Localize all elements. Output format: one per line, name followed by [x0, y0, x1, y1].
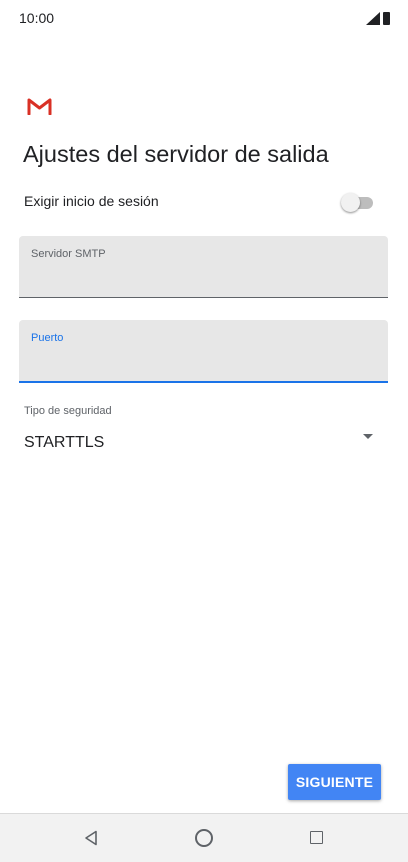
back-icon[interactable] [84, 830, 98, 846]
gmail-logo-icon [27, 98, 52, 115]
port-field[interactable]: Puerto [19, 320, 388, 383]
battery-icon [383, 12, 390, 25]
next-button[interactable]: SIGUIENTE [288, 764, 381, 800]
security-type-select[interactable]: Tipo de seguridad STARTTLS [0, 400, 408, 460]
page-title: Ajustes del servidor de salida [23, 141, 329, 167]
toggle-thumb [341, 193, 360, 212]
port-input[interactable] [31, 350, 371, 372]
port-label: Puerto [31, 332, 64, 344]
require-login-row[interactable]: Exigir inicio de sesión [0, 188, 408, 218]
signal-icon [366, 12, 380, 25]
recent-apps-icon[interactable] [310, 831, 323, 844]
smtp-server-label: Servidor SMTP [31, 248, 106, 260]
home-icon[interactable] [195, 829, 213, 847]
smtp-server-field[interactable]: Servidor SMTP [19, 236, 388, 298]
navigation-bar [0, 813, 408, 862]
require-login-label: Exigir inicio de sesión [24, 193, 159, 209]
dropdown-arrow-icon[interactable] [363, 434, 373, 439]
smtp-server-input[interactable] [31, 266, 371, 288]
security-type-value[interactable]: STARTTLS [24, 434, 104, 452]
security-type-label: Tipo de seguridad [24, 405, 112, 417]
status-bar: 10:00 [0, 0, 408, 36]
status-icons [366, 11, 390, 25]
require-login-toggle[interactable] [341, 192, 375, 212]
status-time: 10:00 [19, 10, 55, 26]
